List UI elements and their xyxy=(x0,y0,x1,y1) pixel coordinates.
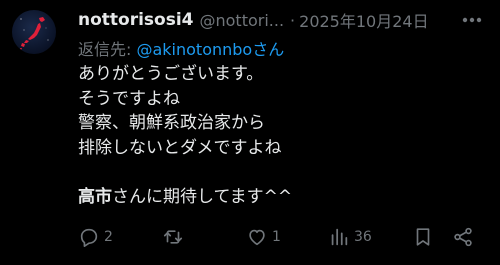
retweet-icon xyxy=(163,230,183,244)
views-count: 36 xyxy=(354,229,372,245)
tweet-text-line: 高市さんに期待してます^^ xyxy=(78,185,488,210)
reply-to-line: 返信先: @akinotonnboさん xyxy=(78,36,284,60)
like-count: 1 xyxy=(272,229,281,245)
text-rest: さんに期待してます^^ xyxy=(112,186,293,207)
reply-count: 2 xyxy=(104,229,113,245)
reply-mention-link[interactable]: @akinotonnboさん xyxy=(136,40,284,59)
heart-icon xyxy=(249,229,265,246)
avatar[interactable] xyxy=(12,10,56,54)
views-button[interactable]: 36 xyxy=(328,224,372,250)
share-button[interactable] xyxy=(452,224,474,250)
tweet-text-line: ありがとうございます。 xyxy=(78,64,264,84)
display-name[interactable]: nottorisosi4 xyxy=(78,10,194,30)
reply-to-prefix: 返信先: xyxy=(78,40,137,59)
post-date[interactable]: 2025年10月24日 xyxy=(299,8,428,32)
tweet-header: nottorisosi4 @nottori... · 2025年10月24日 xyxy=(78,8,500,32)
retweet-button[interactable] xyxy=(162,224,188,250)
ellipsis-icon xyxy=(462,17,482,23)
separator-dot: · xyxy=(290,10,296,30)
tweet-text: ありがとうございます。 そうですよね 警察、朝鮮系政治家から 排除しないとダメで… xyxy=(78,62,488,209)
japan-map-avatar-icon xyxy=(20,17,49,50)
tweet: nottorisosi4 @nottori... · 2025年10月24日 返… xyxy=(0,0,500,265)
bookmark-icon xyxy=(416,228,430,246)
tweet-text-line: そうですよね xyxy=(78,88,180,109)
user-handle[interactable]: @nottori... xyxy=(200,11,285,30)
like-button[interactable]: 1 xyxy=(246,224,281,250)
reply-button[interactable]: 2 xyxy=(78,224,113,250)
tweet-text-line: 排除しないとダメですよね xyxy=(78,137,282,158)
action-bar: 2 1 36 xyxy=(78,224,488,250)
reply-icon xyxy=(80,228,98,247)
bold-text: 高市 xyxy=(78,186,112,207)
views-chart-icon xyxy=(331,228,348,246)
bookmark-button[interactable] xyxy=(412,224,434,250)
more-options-button[interactable] xyxy=(458,8,486,32)
tweet-text-line: 警察、朝鮮系政治家から xyxy=(78,113,265,133)
share-icon xyxy=(454,227,472,247)
